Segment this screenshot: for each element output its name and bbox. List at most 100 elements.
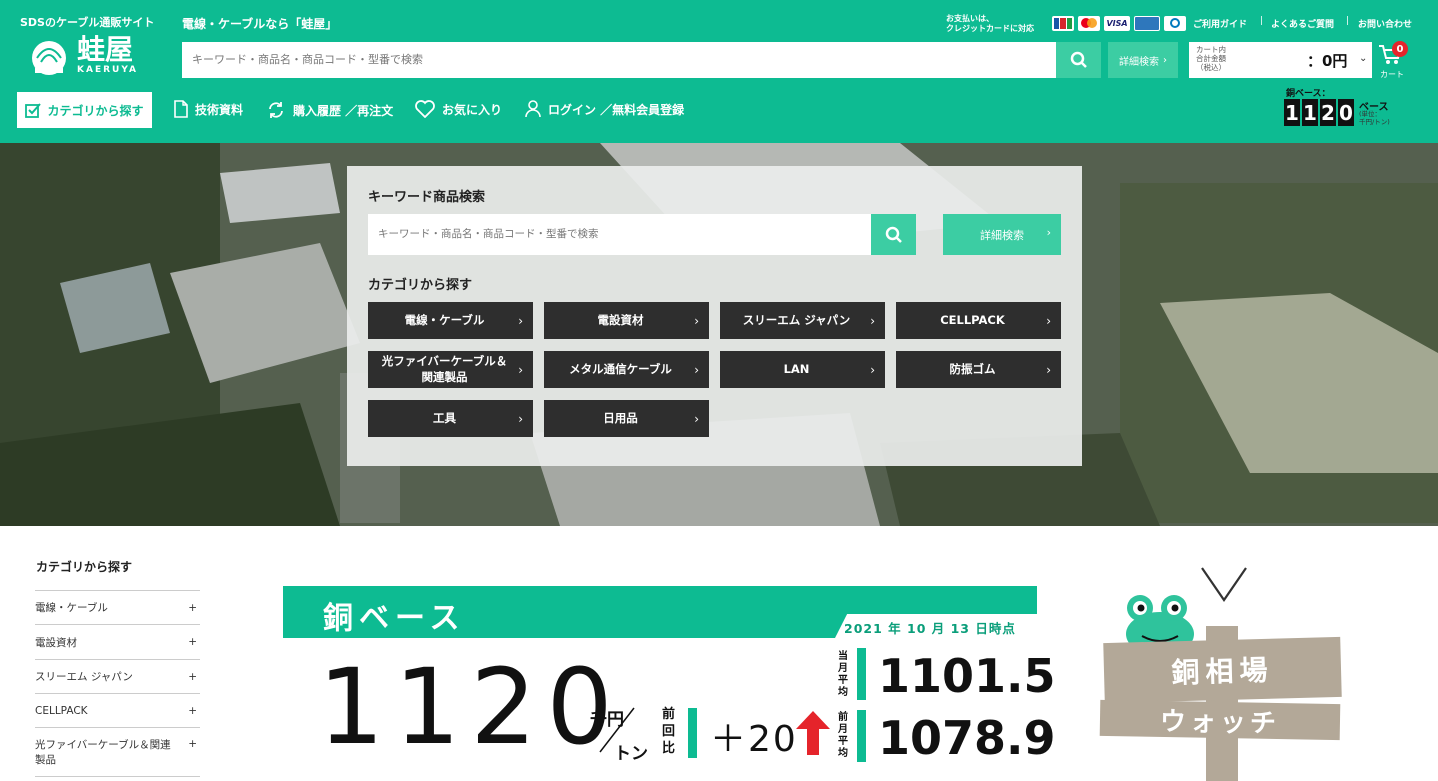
category-button-metal-comm-cable[interactable]: メタル通信ケーブル ›: [544, 351, 709, 388]
guide-link[interactable]: ご利用ガイド: [1193, 17, 1247, 30]
contact-link[interactable]: お問い合わせ: [1358, 17, 1412, 30]
unit-note-line2: 千円/トン): [1359, 118, 1390, 126]
payment-note: お支払いは、 クレジットカードに対応: [946, 14, 1034, 34]
copper-mini-digits[interactable]: 1 1 2 0: [1284, 99, 1354, 126]
sidebar-item-label: スリーエム ジャパン: [35, 671, 133, 683]
category-button-cables[interactable]: 電線・ケーブル ›: [368, 302, 533, 339]
category-label: LAN: [783, 361, 810, 376]
category-button-electrical-materials[interactable]: 電設資材 ›: [544, 302, 709, 339]
chevron-right-icon: ›: [518, 411, 523, 426]
hero-search-placeholder: キーワード・商品名・商品コード・型番で検索: [378, 228, 599, 240]
copper-change: ＋20: [710, 719, 798, 760]
copper-digit: 1: [1302, 99, 1318, 126]
cart-label-line3: （税込）: [1196, 63, 1226, 72]
copper-digit: 1: [1284, 99, 1300, 126]
cart-label-line1: カート内: [1196, 45, 1226, 54]
jcb-card-icon: [1052, 16, 1074, 31]
plus-icon: +: [188, 738, 197, 750]
nav-login-label: ログイン ／無料会員登録: [548, 102, 685, 117]
visa-card-text: VISA: [1106, 19, 1128, 28]
category-button-tools[interactable]: 工具 ›: [368, 400, 533, 437]
payment-note-line1: お支払いは、: [946, 14, 994, 23]
category-button-3m-japan[interactable]: スリーエム ジャパン ›: [720, 302, 885, 339]
copper-date: 2021 年 10 月 13 日時点: [844, 621, 1016, 636]
cart-label: カート: [1380, 70, 1404, 79]
copper-digit: 2: [1320, 99, 1336, 126]
hero-category-title: カテゴリから探す: [368, 278, 473, 293]
copper-banner-title: 銅ベース: [323, 601, 466, 636]
cart-count-badge: 0: [1392, 41, 1408, 57]
green-divider: [857, 648, 866, 700]
watch-board-top: 銅相場: [1103, 636, 1342, 704]
hero-search-title: キーワード商品検索: [368, 190, 486, 205]
chevron-right-icon: ›: [1046, 226, 1051, 239]
copper-banner-header[interactable]: 銅ベース 2021 年 10 月 13 日時点: [283, 586, 1037, 638]
logo[interactable]: 蛙屋 KAERUYA: [27, 34, 138, 76]
nav-purchase-history-label: 購入履歴 ／再注文: [293, 103, 394, 118]
cart-button[interactable]: 0 カート: [1378, 41, 1418, 84]
document-icon: [174, 100, 188, 118]
hero-detail-search-button[interactable]: 詳細検索 ›: [943, 214, 1061, 255]
catchcopy: 電線・ケーブルなら「蛙屋」: [182, 17, 338, 31]
sidebar-item-electrical-materials[interactable]: 電設資材 +: [35, 624, 200, 659]
category-button-label: カテゴリから探す: [47, 103, 144, 118]
nav-purchase-history[interactable]: 購入履歴 ／再注文: [266, 100, 393, 120]
month-avg-label: 当月平均: [838, 651, 848, 698]
green-divider: [688, 708, 697, 758]
header-search-input[interactable]: キーワード・商品名・商品コード・型番で検索: [182, 42, 1056, 78]
category-button-daily-goods[interactable]: 日用品 ›: [544, 400, 709, 437]
frog-logo-icon: [32, 41, 66, 75]
arrow-up-icon: [796, 711, 830, 755]
header-detail-search-button[interactable]: 詳細検索 ›: [1108, 42, 1178, 78]
watch-line1: 銅相場: [1171, 653, 1274, 690]
sidebar-item-label: CELLPACK: [35, 704, 88, 717]
copper-watch-sign[interactable]: 銅相場 ウォッチ: [1096, 590, 1346, 781]
hero-search-input[interactable]: キーワード・商品名・商品コード・型番で検索: [368, 214, 871, 255]
faq-link[interactable]: よくあるご質問: [1271, 17, 1334, 30]
chevron-right-icon: ›: [1046, 313, 1051, 328]
copper-value: 1120: [318, 646, 623, 768]
watch-board-bottom: ウォッチ: [1099, 699, 1341, 741]
hero-search-button[interactable]: [871, 214, 916, 255]
nav-favorites[interactable]: お気に入り: [415, 100, 502, 118]
nav-login[interactable]: ログイン ／無料会員登録: [525, 100, 684, 118]
logo-subtext: KAERUYA: [77, 65, 138, 75]
refresh-icon: [269, 102, 283, 118]
payment-note-line2: クレジットカードに対応: [946, 24, 1034, 33]
search-icon: [885, 226, 902, 243]
chevron-right-icon: ›: [694, 362, 699, 377]
nav-tech-docs[interactable]: 技術資料: [174, 100, 243, 118]
site-tagline: SDSのケーブル通販サイト: [20, 16, 155, 29]
sidebar-item-label: 光ファイバーケーブル＆関連製品: [35, 739, 171, 766]
sidebar-item-fiber-optic[interactable]: 光ファイバーケーブル＆関連製品 +: [35, 727, 200, 777]
chevron-right-icon: ›: [870, 362, 875, 377]
month-avg-value: 1101.5: [878, 649, 1056, 703]
hero-detail-search-label: 詳細検索: [980, 228, 1024, 242]
logo-text: 蛙屋: [77, 33, 134, 66]
cart-total-box[interactable]: カート内 合計金額 （税込） ：0円 ⌄: [1189, 42, 1372, 78]
copper-digit: 0: [1338, 99, 1354, 126]
sidebar-item-3m-japan[interactable]: スリーエム ジャパン +: [35, 659, 200, 693]
user-icon: [525, 100, 541, 118]
sidebar-item-cellpack[interactable]: CELLPACK +: [35, 693, 200, 727]
watch-line2: ウォッチ: [1159, 706, 1281, 739]
sidebar-item-cables[interactable]: 電線・ケーブル +: [35, 590, 200, 624]
plus-icon: +: [188, 704, 197, 717]
category-search-button[interactable]: カテゴリから探す: [17, 92, 152, 128]
category-button-fiber-optic[interactable]: 光ファイバーケーブル＆関連製品 ›: [368, 351, 533, 388]
category-label: メタル通信ケーブル: [569, 361, 672, 376]
nav-favorites-label: お気に入り: [442, 102, 503, 117]
mastercard-icon: [1078, 16, 1100, 31]
category-label: 日用品: [603, 410, 638, 425]
nav-tech-docs-label: 技術資料: [195, 102, 244, 117]
category-button-cellpack[interactable]: CELLPACK ›: [896, 302, 1061, 339]
separator: |: [1260, 16, 1264, 26]
chevron-right-icon: ›: [1163, 54, 1167, 66]
header-search-button[interactable]: [1056, 42, 1101, 78]
plus-icon: +: [188, 670, 197, 683]
chevron-right-icon: ›: [694, 411, 699, 426]
visa-card-icon: VISA: [1104, 16, 1130, 31]
category-label: スリーエム ジャパン: [742, 312, 851, 327]
category-button-lan[interactable]: LAN ›: [720, 351, 885, 388]
category-button-anti-vibration-rubber[interactable]: 防振ゴム ›: [896, 351, 1061, 388]
